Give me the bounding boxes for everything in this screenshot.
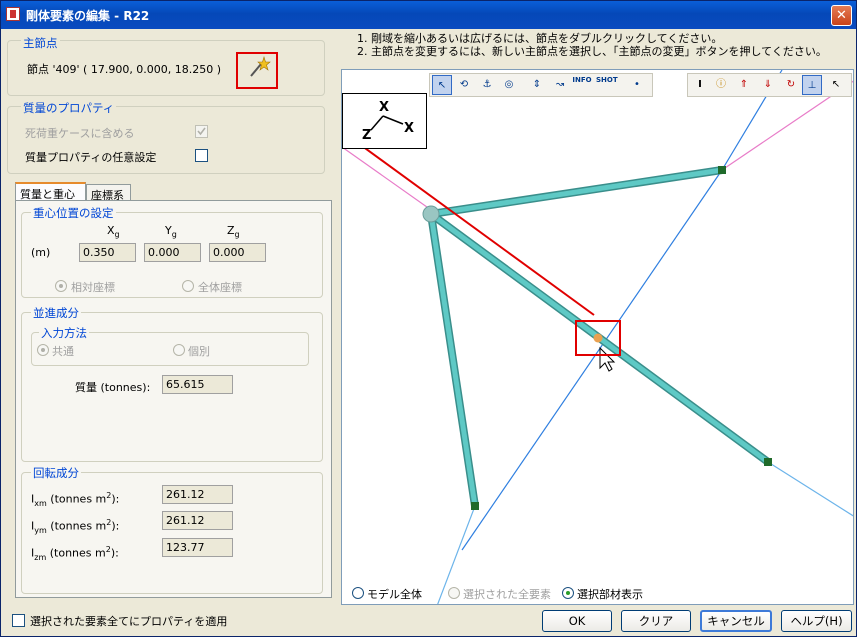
model-all-radio[interactable] (352, 587, 364, 599)
rotate-view-icon[interactable]: ⟲ (454, 75, 474, 95)
help-button[interactable]: ヘルプ(H) (781, 610, 852, 632)
x-axis-line (382, 115, 404, 125)
dialog-window: 剛体要素の編集 - R22 ✕ 主節点 節点 '409' ( 17.900, 0… (0, 0, 857, 637)
axis-label-z: Z (362, 128, 372, 143)
master-node-marker[interactable] (422, 205, 440, 223)
cancel-button[interactable]: キャンセル (700, 610, 772, 632)
pink-line-left (342, 146, 435, 213)
relative-coord-label: 相対座標 (71, 281, 115, 294)
iym-field[interactable]: 261.12 (162, 511, 233, 530)
include-dead-load-label: 死荷重ケースに含める (25, 127, 135, 140)
highlight-box-selected-node (575, 320, 621, 356)
cog-unit: (m) (31, 246, 51, 259)
mass-label: 質量 (tonnes): (75, 381, 151, 394)
axis-label-x: X (404, 121, 415, 136)
hint-1: 1. 剛域を縮小あるいは広げるには、節点をダブルクリックしてください。 (357, 32, 723, 45)
global-coord-label: 全体座標 (198, 281, 242, 294)
apply-all-checkbox[interactable] (12, 614, 25, 627)
master-node-label: 主節点 (21, 35, 60, 51)
ixm-field[interactable]: 261.12 (162, 485, 233, 504)
z-axis-line (370, 115, 384, 131)
izm-label: Izm (tonnes m2): (31, 545, 119, 562)
anchor-icon[interactable]: ⚓ (477, 75, 497, 95)
move-node-icon[interactable]: ↝ (550, 75, 570, 95)
mass-props-label: 質量のプロパティ (21, 100, 117, 116)
custom-mass-label: 質量プロパティの任意設定 (25, 151, 157, 164)
properties-panel: 主節点 節点 '409' ( 17.900, 0.000, 18.250 ) 質… (5, 32, 337, 598)
cog-header-x: Xg (107, 224, 120, 240)
title-bar: 剛体要素の編集 - R22 ✕ (1, 1, 856, 29)
custom-mass-checkbox[interactable] (195, 149, 208, 162)
member-left (428, 211, 478, 509)
view-options: モデル全体 選択された全要素 選択部材表示 (350, 584, 850, 604)
common-label: 共通 (52, 345, 74, 358)
cog-z-field[interactable]: 0.000 (209, 243, 266, 262)
node-dot-icon[interactable]: • (627, 75, 647, 95)
blue-line-right (767, 461, 853, 517)
snapshot-icon[interactable]: SHOT (596, 75, 618, 95)
blue-line-diagonal (461, 169, 723, 551)
section-i-icon[interactable]: I (690, 75, 710, 95)
info-pointer-icon[interactable]: ⓘ (711, 75, 731, 95)
common-radio[interactable] (37, 344, 49, 356)
apply-all-label: 選択された要素全てにプロパティを適用 (30, 615, 228, 628)
axis-display-icon[interactable]: ⊥ (802, 75, 822, 95)
window-title: 剛体要素の編集 - R22 (26, 9, 150, 23)
mass-field[interactable]: 65.615 (162, 375, 233, 394)
download-icon[interactable]: ⇓ (758, 75, 778, 95)
iym-label: Iym (tonnes m2): (31, 518, 120, 535)
selected-members-radio[interactable] (562, 587, 574, 599)
input-method-label: 入力方法 (39, 325, 89, 341)
clear-button[interactable]: クリア (621, 610, 691, 632)
master-node-text: 節点 '409' ( 17.900, 0.000, 18.250 ) (27, 63, 222, 76)
upload-icon[interactable]: ⇑ (734, 75, 754, 95)
axis-label-top: X (379, 100, 390, 115)
translation-label: 並進成分 (31, 305, 81, 321)
highlight-box-master-node (236, 52, 278, 89)
node-marker[interactable] (764, 458, 772, 466)
app-icon (6, 7, 20, 21)
ok-button[interactable]: OK (542, 610, 612, 632)
cog-x-field[interactable]: 0.350 (79, 243, 136, 262)
zoom-view-icon[interactable]: ◎ (499, 75, 519, 95)
select-pointer-icon[interactable]: ↖ (432, 75, 452, 95)
individual-label: 個別 (188, 345, 210, 358)
individual-radio[interactable] (173, 344, 185, 356)
selected-all-label: 選択された全要素 (463, 588, 551, 601)
close-button[interactable]: ✕ (831, 5, 852, 26)
cog-y-field[interactable]: 0.000 (144, 243, 201, 262)
selected-members-label: 選択部材表示 (577, 588, 643, 601)
instructions: 1. 剛域を縮小あるいは広げるには、節点をダブルクリックしてください。 2. 主… (357, 32, 827, 58)
hint-2: 2. 主節点を変更するには、新しい主節点を選択し、「主節点の変更」ボタンを押して… (357, 45, 827, 58)
global-coord-radio[interactable] (182, 280, 194, 292)
ixm-label: Ixm (tonnes m2): (31, 491, 120, 508)
relative-coord-radio[interactable] (55, 280, 67, 292)
checkmark-icon (197, 127, 206, 136)
cog-header-z: Zg (227, 224, 240, 240)
pan-icon[interactable]: ⇕ (527, 75, 547, 95)
selected-all-radio[interactable] (448, 587, 460, 599)
refresh-icon[interactable]: ↻ (781, 75, 801, 95)
include-dead-load-checkbox[interactable] (195, 125, 208, 138)
model-all-label: モデル全体 (367, 588, 422, 601)
axis-triad: X Z X (342, 93, 427, 149)
cog-header-y: Yg (165, 224, 177, 240)
izm-field[interactable]: 123.77 (162, 538, 233, 557)
info-icon[interactable]: INFO (572, 75, 592, 95)
cog-label: 重心位置の設定 (31, 205, 116, 221)
pointer-icon[interactable]: ↖ (826, 75, 846, 95)
rotation-label: 回転成分 (31, 465, 81, 481)
member-top (428, 167, 725, 217)
node-marker[interactable] (718, 166, 726, 174)
node-marker[interactable] (471, 502, 479, 510)
